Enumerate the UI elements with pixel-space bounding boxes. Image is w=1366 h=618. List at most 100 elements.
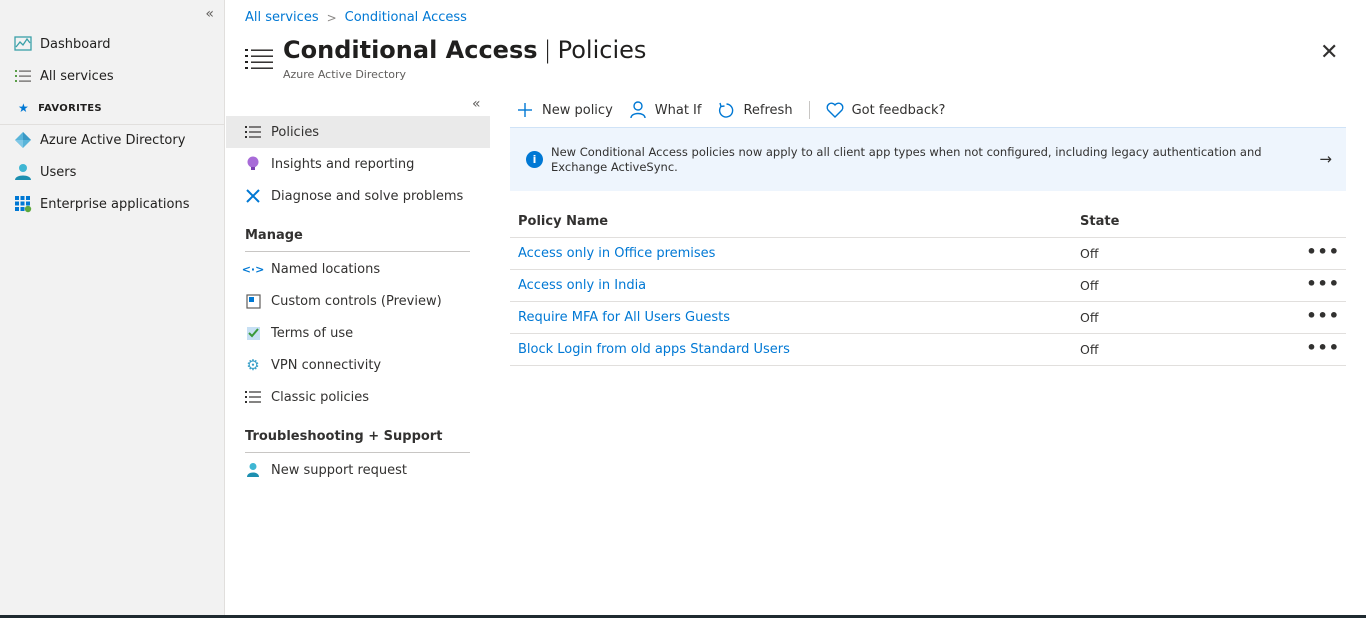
policy-name-link[interactable]: Access only in Office premises — [518, 246, 715, 261]
menu-item-new-support-request[interactable]: New support request — [226, 454, 490, 486]
dashboard-icon — [14, 35, 32, 53]
sidebar-item-label: Users — [40, 164, 77, 180]
breadcrumb-all-services[interactable]: All services — [245, 10, 319, 25]
checklist-icon — [245, 325, 261, 341]
menu-item-label: Custom controls (Preview) — [271, 293, 442, 309]
what-if-label: What If — [654, 102, 702, 118]
menu-item-diagnose-and-solve-problems[interactable]: Diagnose and solve problems — [226, 180, 490, 212]
sidebar-item-dashboard[interactable]: Dashboard — [14, 35, 111, 53]
menu-item-vpn-connectivity[interactable]: ⚙ VPN connectivity — [226, 349, 490, 381]
custom-controls-icon — [245, 293, 261, 309]
menu-item-label: VPN connectivity — [271, 357, 382, 373]
policy-name-link[interactable]: Access only in India — [518, 278, 646, 293]
new-policy-label: New policy — [542, 102, 613, 118]
table-row: Block Login from old apps Standard Users… — [510, 334, 1346, 366]
new-policy-button[interactable]: New policy — [516, 101, 613, 119]
menu-item-label: Terms of use — [271, 325, 354, 341]
sidebar-item-azure-active-directory[interactable]: Azure Active Directory — [14, 131, 185, 149]
section-troubleshooting-support: Troubleshooting + Support — [245, 429, 470, 453]
menu-item-insights-and-reporting[interactable]: Insights and reporting — [226, 148, 490, 180]
sidebar-item-enterprise-applications[interactable]: Enterprise applications — [14, 195, 190, 213]
title-page: Policies — [557, 36, 647, 64]
menu-item-label: Insights and reporting — [271, 156, 415, 172]
table-row: Require MFA for All Users Guests Off ••• — [510, 302, 1346, 334]
divider — [0, 124, 224, 125]
sidebar-item-users[interactable]: Users — [14, 163, 76, 181]
star-icon: ★ — [18, 101, 30, 115]
what-if-button[interactable]: What If — [629, 101, 702, 119]
sidebar-item-all-services[interactable]: All services — [14, 67, 114, 85]
menu-item-label: Classic policies — [271, 389, 370, 405]
sidebar-item-label: Dashboard — [40, 36, 111, 52]
menu-item-classic-policies[interactable]: Classic policies — [226, 381, 490, 413]
portal-sidebar: « Dashboard All services ★ FAVORITES Azu… — [0, 0, 225, 618]
blade-menu: « Policies Insights and reporting Diagno… — [226, 96, 490, 618]
list-icon — [14, 67, 32, 85]
user-icon — [14, 163, 32, 181]
list-icon — [245, 389, 261, 405]
favorites-label: FAVORITES — [38, 102, 102, 114]
breadcrumb-conditional-access[interactable]: Conditional Access — [345, 10, 467, 25]
wrench-icon — [245, 188, 261, 204]
title-main: Conditional Access — [283, 36, 538, 64]
refresh-label: Refresh — [743, 102, 793, 118]
more-options-icon[interactable]: ••• — [1306, 242, 1340, 261]
chevron-right-icon: > — [326, 10, 337, 25]
menu-item-policies[interactable]: Policies — [226, 116, 490, 148]
breadcrumb: All services > Conditional Access — [245, 10, 467, 25]
command-separator — [808, 101, 810, 119]
info-icon: i — [526, 151, 543, 168]
table-header: Policy Name State — [510, 205, 1346, 238]
feedback-label: Got feedback? — [851, 102, 946, 118]
azure-ad-icon — [14, 131, 32, 149]
policies-table: Policy Name State Access only in Office … — [510, 205, 1346, 366]
close-button[interactable]: ✕ — [1320, 40, 1338, 65]
heart-icon — [826, 101, 844, 119]
command-bar: New policy What If Refresh Got feedback? — [516, 99, 961, 121]
more-options-icon[interactable]: ••• — [1306, 274, 1340, 293]
arrow-right-icon[interactable]: → — [1319, 150, 1332, 168]
more-options-icon[interactable]: ••• — [1306, 306, 1340, 325]
banner-text: New Conditional Access policies now appl… — [551, 144, 1262, 174]
menu-item-label: Policies — [271, 124, 320, 140]
sidebar-item-label: Enterprise applications — [40, 196, 190, 212]
menu-item-named-locations[interactable]: <·> Named locations — [226, 253, 490, 285]
favorites-header: ★ FAVORITES — [18, 101, 102, 115]
menu-item-label: Named locations — [271, 261, 381, 277]
refresh-icon — [717, 101, 735, 119]
info-banner[interactable]: i New Conditional Access policies now ap… — [510, 127, 1346, 191]
feedback-button[interactable]: Got feedback? — [826, 101, 946, 119]
collapse-menu-button[interactable]: « — [472, 96, 481, 112]
support-person-icon — [245, 462, 261, 478]
apps-grid-icon — [14, 195, 32, 213]
plus-icon — [516, 101, 534, 119]
policy-state: Off — [1080, 310, 1099, 325]
table-row: Access only in Office premises Off ••• — [510, 238, 1346, 270]
page-subtitle: Azure Active Directory — [283, 68, 407, 81]
policy-name-link[interactable]: Block Login from old apps Standard Users — [518, 342, 790, 357]
menu-item-custom-controls[interactable]: Custom controls (Preview) — [226, 285, 490, 317]
code-brackets-icon: <·> — [241, 262, 265, 276]
policies-list-icon — [245, 47, 273, 75]
table-row: Access only in India Off ••• — [510, 270, 1346, 302]
person-icon — [629, 101, 647, 119]
page-title: Conditional Access | Policies — [283, 36, 646, 64]
more-options-icon[interactable]: ••• — [1306, 338, 1340, 357]
section-manage: Manage — [245, 228, 470, 252]
menu-item-terms-of-use[interactable]: Terms of use — [226, 317, 490, 349]
menu-item-label: New support request — [271, 462, 407, 478]
policy-state: Off — [1080, 246, 1099, 261]
policy-state: Off — [1080, 342, 1099, 357]
collapse-sidebar-button[interactable]: « — [205, 6, 214, 22]
list-icon — [245, 124, 261, 140]
column-header-policy-name[interactable]: Policy Name — [510, 214, 1072, 229]
menu-item-label: Diagnose and solve problems — [271, 188, 464, 204]
policy-name-link[interactable]: Require MFA for All Users Guests — [518, 310, 730, 325]
column-header-state[interactable]: State — [1072, 214, 1302, 229]
gear-icon: ⚙ — [246, 356, 260, 374]
title-separator: | — [543, 36, 552, 64]
refresh-button[interactable]: Refresh — [717, 101, 793, 119]
sidebar-item-label: Azure Active Directory — [40, 132, 186, 148]
policy-state: Off — [1080, 278, 1099, 293]
sidebar-item-label: All services — [40, 68, 114, 84]
